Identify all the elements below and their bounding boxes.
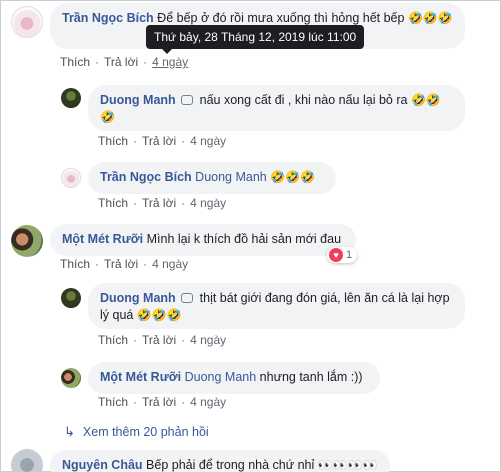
comment-actions: Thích · Trả lời · 4 ngày [60,55,189,69]
comment-text: nhưng tanh lắm :)) [259,370,363,384]
comment-emoji: 👀👀👀👀 [317,458,378,472]
comment-author[interactable]: Một Mét Rưỡi [62,232,143,246]
comment-actions: Thích · Trả lời · 4 ngày [98,196,227,210]
reply-link[interactable]: Trả lời [104,55,138,69]
comment-text: Mình lại k thích đồ hải sản mới đau [146,232,342,246]
like-link[interactable]: Thích [98,395,128,409]
comment-actions: Thích · Trả lời · 4 ngày [98,134,227,148]
avatar-tran-ngoc-bich[interactable] [61,168,81,188]
avatar-duong-manh[interactable] [61,288,81,308]
like-link[interactable]: Thích [98,333,128,347]
like-link[interactable]: Thích [60,55,90,69]
avatar-mot-met-ruoi[interactable] [61,368,81,388]
mention-tag[interactable]: Duong Manh [185,370,257,384]
reply-link[interactable]: Trả lời [104,257,138,271]
like-link[interactable]: Thích [60,257,90,271]
comment-emoji: 🤣🤣🤣 [270,170,316,184]
comment-author[interactable]: Trần Ngọc Bích [62,11,154,25]
reply-link[interactable]: Trả lời [142,395,176,409]
avatar-tran-ngoc-bich[interactable] [11,6,43,38]
comment-emoji: 🤣🤣🤣 [407,11,453,25]
comment-time[interactable]: 4 ngày [190,395,226,409]
comment-time[interactable]: 4 ngày [152,257,188,271]
comment-bubble: Trần Ngọc Bích Duong Manh 🤣🤣🤣 [88,162,336,194]
comment-author[interactable]: Duong Manh [100,291,176,305]
comment-author[interactable]: Nguyên Châu [62,458,143,472]
like-link[interactable]: Thích [98,196,128,210]
comment-bubble: Duong Manh thịt bát giới đang đón giá, l… [88,283,465,329]
comment-bubble: Một Mét Rưỡi Duong Manh nhưng tanh lắm :… [88,362,380,394]
comment-time[interactable]: 4 ngày [190,134,226,148]
reply-arrow-icon: ↳ [64,424,75,439]
comment-author[interactable]: Một Mét Rưỡi [100,370,181,384]
view-more-replies[interactable]: ↳ Xem thêm 20 phản hồi [64,424,209,440]
comment-time[interactable]: 4 ngày [190,333,226,347]
comment-actions: Thích · Trả lời · 4 ngày [98,333,227,347]
avatar-mot-met-ruoi[interactable] [11,225,43,257]
view-more-label[interactable]: Xem thêm 20 phản hồi [83,425,209,439]
comment-time[interactable]: 4 ngày [190,196,226,210]
comment-actions: Thích · Trả lời · 4 ngày [60,257,189,271]
reply-link[interactable]: Trả lời [142,196,176,210]
comment-text: Bếp phải để trong nhà chứ nhỉ [146,458,315,472]
reaction-count: 1 [346,249,353,261]
comment-author[interactable]: Trần Ngọc Bích [100,170,192,184]
comment-text: nấu xong cất đi , khi nào nấu lại bỏ ra [199,93,408,107]
comment-text: Để bếp ở đó rồi mưa xuống thì hỏng hết b… [157,11,405,25]
comment-actions: Thích · Trả lời · 4 ngày [98,395,227,409]
reply-link[interactable]: Trả lời [142,333,176,347]
comment-time[interactable]: 4 ngày [152,55,188,69]
timestamp-tooltip: Thứ bảy, 28 Tháng 12, 2019 lúc 11:00 [146,25,365,54]
mention-tag[interactable]: Duong Manh [195,170,267,184]
chat-bubble-icon [181,95,194,105]
chat-bubble-icon [181,293,194,303]
comment-author[interactable]: Duong Manh [100,93,176,107]
avatar-duong-manh[interactable] [61,88,81,108]
reaction-badge[interactable]: ♥ 1 [327,247,358,263]
like-link[interactable]: Thích [98,134,128,148]
reply-link[interactable]: Trả lời [142,134,176,148]
comment-bubble: Nguyên Châu Bếp phải để trong nhà chứ nh… [50,450,390,472]
comment-emoji: 🤣🤣🤣 [136,308,182,322]
heart-icon: ♥ [329,248,343,262]
comment-bubble: Duong Manh nấu xong cất đi , khi nào nấu… [88,85,465,131]
comment-bubble: Một Mét Rưỡi Mình lại k thích đồ hải sản… [50,224,356,256]
